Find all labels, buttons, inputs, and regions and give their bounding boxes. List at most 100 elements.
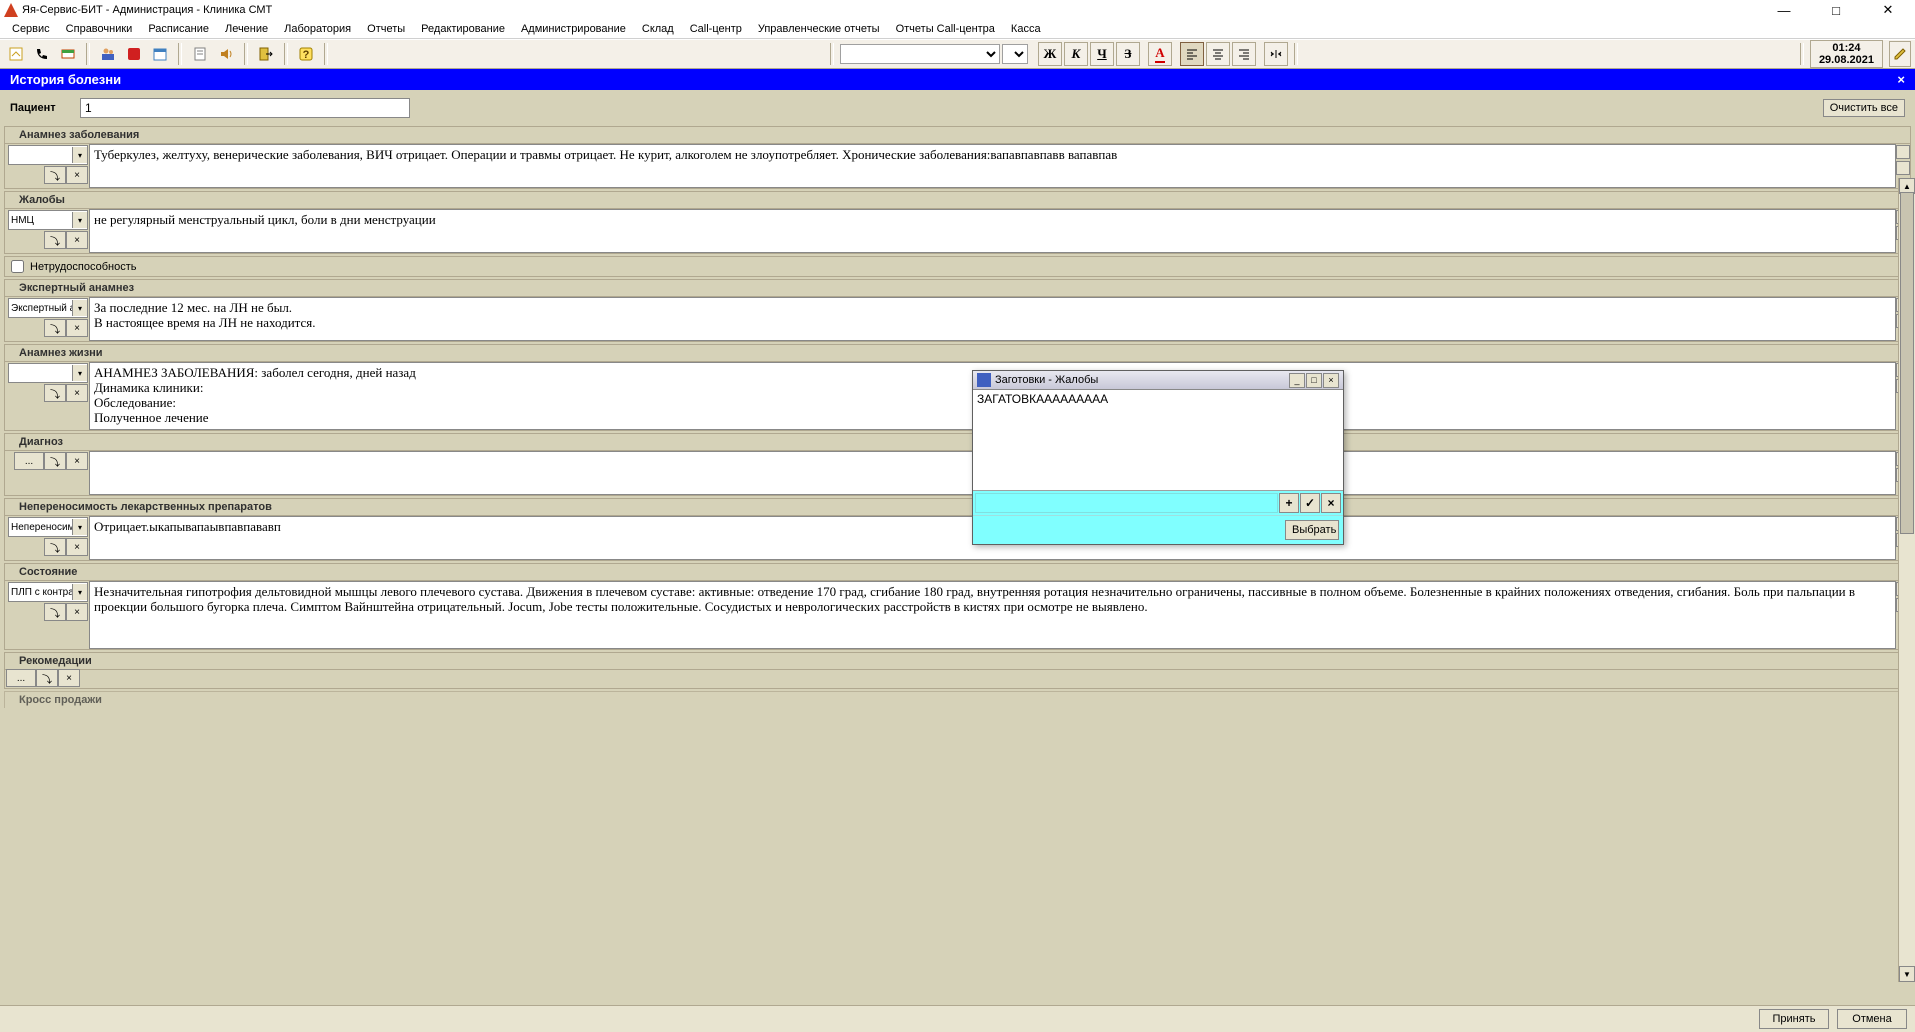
patient-input[interactable] bbox=[80, 98, 410, 118]
anamnesis-disease-text[interactable]: Туберкулез, желтуху, венерические заболе… bbox=[89, 144, 1896, 188]
cancel-button[interactable]: Отмена bbox=[1837, 1009, 1907, 1029]
tool-phone-icon[interactable] bbox=[30, 42, 54, 66]
life-pick-icon[interactable]: ⤵ bbox=[44, 384, 66, 402]
scroll-down-icon[interactable]: ▼ bbox=[1899, 966, 1915, 982]
section-title-text: История болезни bbox=[10, 72, 121, 87]
accept-button[interactable]: Принять bbox=[1759, 1009, 1829, 1029]
complaints-header: Жалобы bbox=[4, 191, 1911, 208]
menu-schedule[interactable]: Расписание bbox=[140, 21, 217, 37]
popup-minimize-button[interactable]: _ bbox=[1289, 373, 1305, 388]
font-size-combo[interactable] bbox=[1002, 44, 1028, 64]
menu-callcenter[interactable]: Call-центр bbox=[682, 21, 750, 37]
menu-service[interactable]: Сервис bbox=[4, 21, 58, 37]
menu-stock[interactable]: Склад bbox=[634, 21, 682, 37]
strike-button[interactable]: З bbox=[1116, 42, 1140, 66]
popup-list-item[interactable]: ЗАГАТОВКААААААААА bbox=[977, 392, 1339, 406]
popup-icon bbox=[977, 373, 991, 387]
menu-reports[interactable]: Отчеты bbox=[359, 21, 413, 37]
complaints-pick-icon[interactable]: ⤵ bbox=[44, 231, 66, 249]
menu-editing[interactable]: Редактирование bbox=[413, 21, 513, 37]
justify-button[interactable] bbox=[1264, 42, 1288, 66]
section-close-button[interactable]: × bbox=[1897, 72, 1905, 87]
menu-laboratory[interactable]: Лаборатория bbox=[276, 21, 359, 37]
patient-row: Пациент Очистить все bbox=[0, 90, 1915, 126]
scroll-thumb[interactable] bbox=[1900, 192, 1914, 534]
condition-text[interactable]: Незначительная гипотрофия дельтовидной м… bbox=[89, 581, 1896, 649]
expert-pick-icon[interactable]: ⤵ bbox=[44, 319, 66, 337]
recommendations-dots-button[interactable]: ... bbox=[6, 669, 36, 687]
expand-icon[interactable] bbox=[1896, 145, 1910, 159]
toolbar: ? Ж К Ч З А 01:24 29.08.2021 bbox=[0, 39, 1915, 69]
menu-cc-reports[interactable]: Отчеты Call-центра bbox=[888, 21, 1003, 37]
window-maximize-button[interactable]: □ bbox=[1819, 2, 1853, 18]
popup-titlebar[interactable]: Заготовки - Жалобы _ □ × bbox=[973, 371, 1343, 390]
popup-confirm-button[interactable]: ✓ bbox=[1300, 493, 1320, 513]
menu-mgmt-reports[interactable]: Управленческие отчеты bbox=[750, 21, 888, 37]
tool-red-icon[interactable] bbox=[122, 42, 146, 66]
life-combo[interactable]: ▾ bbox=[8, 363, 88, 383]
intolerance-pick-icon[interactable]: ⤵ bbox=[44, 538, 66, 556]
intolerance-combo[interactable]: Непереносимо▾ bbox=[8, 517, 88, 537]
condition-clear-icon[interactable]: × bbox=[66, 603, 88, 621]
svg-text:?: ? bbox=[303, 49, 310, 61]
complaints-clear-icon[interactable]: × bbox=[66, 231, 88, 249]
popup-maximize-button[interactable]: □ bbox=[1306, 373, 1322, 388]
align-center-button[interactable] bbox=[1206, 42, 1230, 66]
bold-button[interactable]: Ж bbox=[1038, 42, 1062, 66]
condition-pick-icon[interactable]: ⤵ bbox=[44, 603, 66, 621]
expert-combo[interactable]: Экспертный а▾ bbox=[8, 298, 88, 318]
window-close-button[interactable]: ✕ bbox=[1871, 2, 1905, 18]
form-scrollbar[interactable]: ▲ ▼ bbox=[1898, 178, 1915, 982]
anamnesis-disease-clear-icon[interactable]: × bbox=[66, 166, 88, 184]
diagnosis-clear-icon[interactable]: × bbox=[66, 452, 88, 470]
tool-sound-icon[interactable] bbox=[214, 42, 238, 66]
italic-button[interactable]: К bbox=[1064, 42, 1088, 66]
diagnosis-pick-icon[interactable]: ⤵ bbox=[44, 452, 66, 470]
tool-exit-icon[interactable] bbox=[254, 42, 278, 66]
menu-cashier[interactable]: Касса bbox=[1003, 21, 1049, 37]
complaints-combo[interactable]: НМЦ▾ bbox=[8, 210, 88, 230]
clear-all-button[interactable]: Очистить все bbox=[1823, 99, 1905, 117]
tool-card-icon[interactable] bbox=[56, 42, 80, 66]
recommendations-clear-icon[interactable]: × bbox=[58, 669, 80, 687]
popup-select-button[interactable]: Выбрать bbox=[1285, 520, 1339, 540]
diagnosis-header: Диагноз bbox=[4, 433, 1911, 450]
popup-select-row: Выбрать bbox=[973, 515, 1343, 544]
life-clear-icon[interactable]: × bbox=[66, 384, 88, 402]
popup-list[interactable]: ЗАГАТОВКААААААААА bbox=[973, 390, 1343, 490]
font-color-button[interactable]: А bbox=[1148, 42, 1172, 66]
menu-admin[interactable]: Администрирование bbox=[513, 21, 634, 37]
menu-directories[interactable]: Справочники bbox=[58, 21, 141, 37]
form-body: Пациент Очистить все Анамнез заболевания… bbox=[0, 90, 1915, 1008]
disability-checkbox[interactable] bbox=[11, 260, 24, 273]
expert-clear-icon[interactable]: × bbox=[66, 319, 88, 337]
popup-close-button[interactable]: × bbox=[1323, 373, 1339, 388]
window-minimize-button[interactable]: — bbox=[1767, 2, 1801, 18]
complaints-text[interactable]: не регулярный менструальный цикл, боли в… bbox=[89, 209, 1896, 253]
popup-delete-button[interactable]: × bbox=[1321, 493, 1341, 513]
anamnesis-disease-combo[interactable]: ▾ bbox=[8, 145, 88, 165]
tool-people-icon[interactable] bbox=[96, 42, 120, 66]
diagnosis-dots-button[interactable]: ... bbox=[14, 452, 44, 470]
pencil-button[interactable] bbox=[1889, 41, 1911, 67]
tool-calendar-icon[interactable] bbox=[148, 42, 172, 66]
expand2-icon[interactable] bbox=[1896, 161, 1910, 175]
expert-text[interactable]: За последние 12 мес. на ЛН не был. В нас… bbox=[89, 297, 1896, 341]
popup-input[interactable] bbox=[975, 493, 1278, 513]
recommendations-pick-icon[interactable]: ⤵ bbox=[36, 669, 58, 687]
popup-input-row: + ✓ × bbox=[973, 490, 1343, 515]
menu-treatment[interactable]: Лечение bbox=[217, 21, 276, 37]
condition-combo[interactable]: ПЛП с контрак▾ bbox=[8, 582, 88, 602]
tool-new-icon[interactable] bbox=[4, 42, 28, 66]
underline-button[interactable]: Ч bbox=[1090, 42, 1114, 66]
intolerance-clear-icon[interactable]: × bbox=[66, 538, 88, 556]
anamnesis-disease-pick-icon[interactable]: ⤵ bbox=[44, 166, 66, 184]
tool-doc-icon[interactable] bbox=[188, 42, 212, 66]
patient-label: Пациент bbox=[10, 102, 70, 114]
popup-add-button[interactable]: + bbox=[1279, 493, 1299, 513]
align-left-button[interactable] bbox=[1180, 42, 1204, 66]
tool-help-icon[interactable]: ? bbox=[294, 42, 318, 66]
align-right-button[interactable] bbox=[1232, 42, 1256, 66]
disability-label: Нетрудоспособность bbox=[30, 261, 136, 273]
font-family-combo[interactable] bbox=[840, 44, 1000, 64]
